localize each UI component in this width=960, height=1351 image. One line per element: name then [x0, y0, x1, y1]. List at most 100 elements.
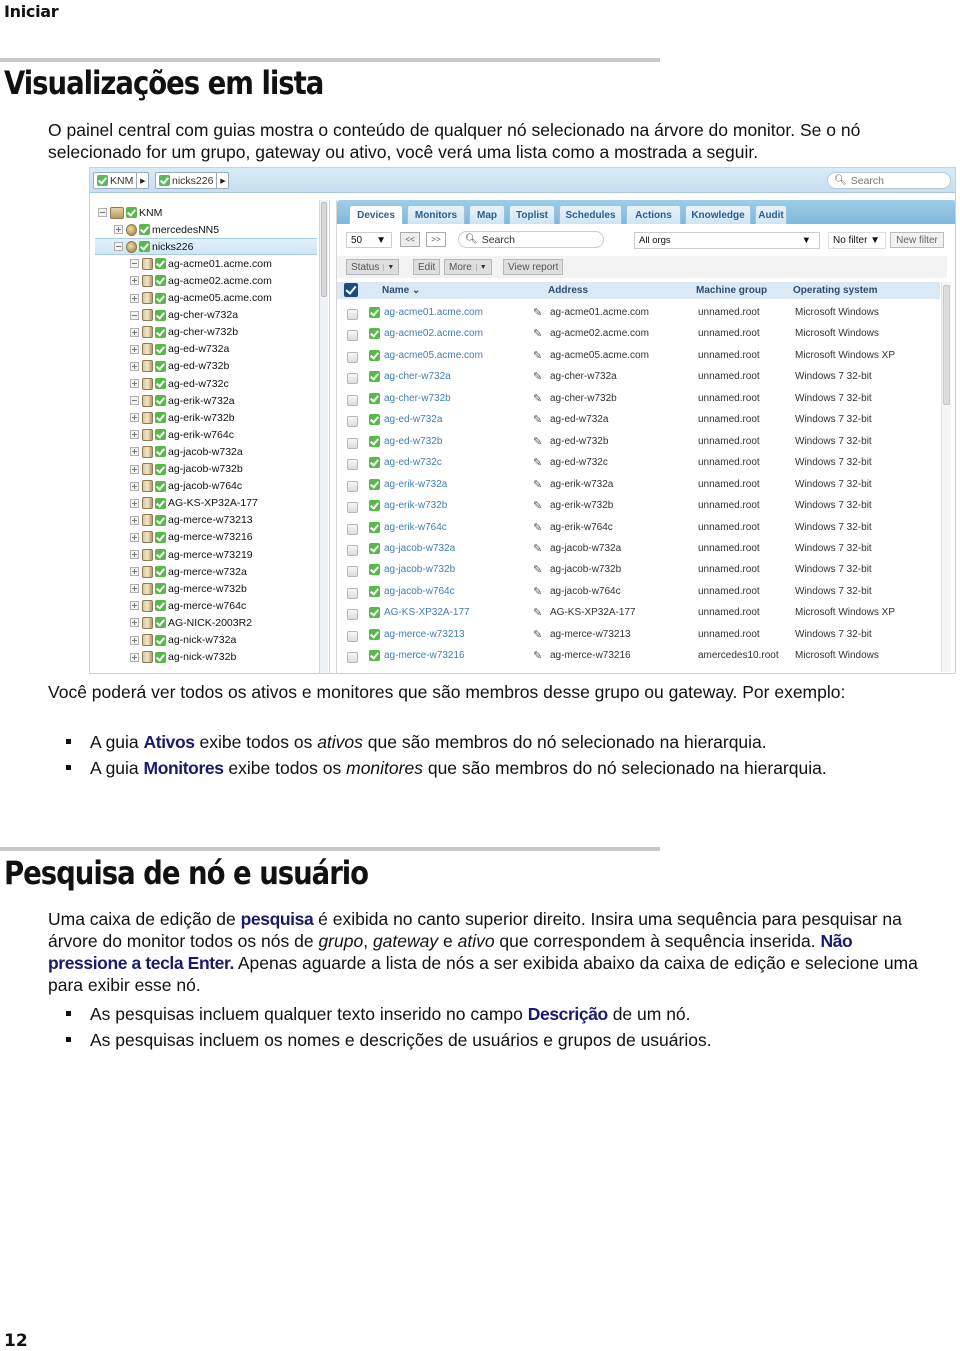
collapse-icon[interactable] — [130, 310, 139, 320]
tree-node[interactable]: AG-NICK-2003R2 — [90, 614, 252, 631]
expand-icon[interactable] — [130, 481, 139, 491]
edit-pencil-icon[interactable]: ✎ — [533, 349, 542, 362]
tree-scrollbar-thumb[interactable] — [321, 202, 327, 297]
edit-pencil-icon[interactable]: ✎ — [533, 585, 542, 598]
filter-select[interactable]: No filter ▼ — [828, 232, 886, 249]
edit-pencil-icon[interactable]: ✎ — [533, 413, 542, 426]
tree-node[interactable]: ag-ed-w732b — [90, 358, 229, 375]
tab-audit[interactable]: Audit — [755, 205, 787, 224]
row-checkbox[interactable] — [347, 416, 358, 428]
edit-pencil-icon[interactable]: ✎ — [533, 435, 542, 448]
tree-node[interactable]: ag-nick-w732a — [90, 632, 236, 649]
dropdown-arrow-icon[interactable]: ▼ — [383, 263, 394, 271]
tab-devices[interactable]: Devices — [349, 205, 403, 224]
tree-node[interactable]: ag-acme02.acme.com — [90, 272, 272, 289]
row-checkbox[interactable] — [347, 587, 358, 599]
collapse-icon[interactable] — [130, 259, 139, 269]
expand-icon[interactable] — [130, 652, 139, 662]
row-checkbox[interactable] — [347, 309, 358, 320]
tree-node[interactable]: ag-merce-w732b — [90, 580, 247, 597]
table-row[interactable]: ag-acme01.acme.com ✎ ag-acme01.acme.com unn… — [337, 303, 940, 324]
tree-node[interactable]: KNM — [90, 204, 162, 221]
chevron-right-icon[interactable]: ▶ — [136, 173, 148, 188]
device-name-link[interactable]: ag-jacob-w732a — [384, 543, 455, 554]
expand-icon[interactable] — [130, 584, 139, 594]
column-header-address[interactable]: Address — [548, 285, 588, 296]
device-name-link[interactable]: ag-ed-w732b — [384, 436, 442, 447]
row-checkbox[interactable] — [347, 652, 358, 664]
tree-node[interactable]: ag-merce-w732a — [90, 563, 247, 580]
tree-node[interactable]: ag-ed-w732a — [90, 341, 229, 358]
expand-icon[interactable] — [130, 550, 139, 559]
edit-pencil-icon[interactable]: ✎ — [533, 649, 542, 662]
link-ativos[interactable]: Ativos — [144, 732, 195, 752]
edit-pencil-icon[interactable]: ✎ — [533, 521, 542, 534]
row-checkbox[interactable] — [347, 544, 358, 556]
device-name-link[interactable]: ag-erik-w732a — [384, 479, 447, 490]
row-checkbox[interactable] — [347, 630, 358, 642]
expand-icon[interactable] — [130, 379, 139, 388]
row-checkbox[interactable] — [347, 502, 358, 514]
tree-node[interactable]: ag-erik-w732a — [90, 392, 235, 409]
org-select[interactable]: All orgs ▼ — [634, 232, 820, 249]
expand-icon[interactable] — [130, 635, 139, 645]
collapse-icon[interactable] — [130, 396, 139, 406]
edit-button[interactable]: Edit — [413, 259, 441, 275]
page-size-select[interactable]: 50 ▼ — [346, 232, 392, 248]
device-name-link[interactable]: AG-KS-XP32A-177 — [384, 607, 470, 618]
row-checkbox[interactable] — [347, 373, 358, 385]
collapse-icon[interactable] — [114, 242, 123, 252]
expand-icon[interactable] — [130, 532, 139, 542]
edit-pencil-icon[interactable]: ✎ — [533, 456, 542, 469]
breadcrumb-nicks226[interactable]: nicks226 ▶ — [155, 172, 230, 189]
table-row[interactable]: ag-acme02.acme.com ✎ ag-acme02.acme.com unn… — [337, 324, 940, 345]
breadcrumb-knm[interactable]: KNM ▶ — [93, 172, 150, 189]
tab-map[interactable]: Map — [469, 205, 505, 224]
table-row[interactable]: ag-ed-w732c ✎ ag-ed-w732c unnamed.root Windo… — [337, 453, 940, 474]
column-header-os[interactable]: Operating system — [793, 285, 877, 296]
next-page-button[interactable]: >> — [426, 232, 446, 247]
node-search-input[interactable]: 🔍︎ Search — [827, 172, 951, 189]
device-name-link[interactable]: ag-merce-w73213 — [384, 629, 465, 640]
row-checkbox[interactable] — [347, 609, 358, 621]
device-name-link[interactable]: ag-acme02.acme.com — [384, 328, 483, 339]
table-row[interactable]: ag-merce-w73213 ✎ ag-merce-w73213 unnamed.r… — [337, 625, 940, 646]
table-row[interactable]: ag-cher-w732b ✎ ag-cher-w732b unnamed.root W… — [337, 389, 940, 410]
table-row[interactable]: ag-erik-w732a ✎ ag-erik-w732a unnamed.root W… — [337, 475, 940, 496]
row-checkbox[interactable] — [347, 566, 358, 578]
expand-icon[interactable] — [130, 567, 139, 577]
grid-scrollbar-thumb[interactable] — [943, 285, 950, 405]
prev-page-button[interactable]: << — [400, 232, 420, 247]
table-row[interactable]: ag-erik-w732b ✎ ag-erik-w732b unnamed.root W… — [337, 496, 940, 517]
expand-icon[interactable] — [130, 344, 139, 354]
expand-icon[interactable] — [130, 515, 139, 525]
edit-pencil-icon[interactable]: ✎ — [533, 499, 542, 512]
device-name-link[interactable]: ag-cher-w732a — [384, 371, 451, 382]
row-checkbox[interactable] — [347, 330, 358, 342]
expand-icon[interactable] — [130, 413, 139, 423]
tree-node[interactable]: ag-cher-w732a — [90, 307, 238, 324]
edit-pencil-icon[interactable]: ✎ — [533, 370, 542, 383]
tree-node[interactable]: ag-merce-w73219 — [90, 546, 253, 563]
chevron-right-icon[interactable]: ▶ — [216, 173, 228, 188]
device-name-link[interactable]: ag-acme01.acme.com — [384, 307, 483, 318]
tree-node[interactable]: ag-acme05.acme.com — [90, 290, 272, 307]
row-checkbox[interactable] — [347, 394, 358, 406]
collapse-icon[interactable] — [98, 208, 107, 217]
tree-node[interactable]: nicks226 — [95, 238, 317, 256]
tree-node[interactable]: ag-merce-w73216 — [90, 529, 253, 546]
dropdown-arrow-icon[interactable]: ▼ — [475, 263, 487, 271]
row-checkbox[interactable] — [347, 351, 358, 363]
edit-pencil-icon[interactable]: ✎ — [533, 327, 542, 340]
table-row[interactable]: ag-ed-w732a ✎ ag-ed-w732a unnamed.root Windo… — [337, 410, 940, 431]
tree-node[interactable]: ag-erik-w732b — [90, 409, 235, 426]
expand-icon[interactable] — [130, 601, 139, 611]
tab-toplist[interactable]: Toplist — [509, 205, 555, 224]
table-row[interactable]: AG-KS-XP32A-177 ✎ AG-KS-XP32A-177 unnamed.r… — [337, 603, 940, 624]
row-checkbox[interactable] — [347, 480, 358, 492]
edit-pencil-icon[interactable]: ✎ — [533, 542, 542, 555]
table-row[interactable]: ag-jacob-w732a ✎ ag-jacob-w732a unnamed.roo… — [337, 539, 940, 560]
tree-node[interactable]: mercedesNN5 — [90, 221, 219, 238]
tree-node[interactable]: ag-erik-w764c — [90, 426, 234, 443]
expand-icon[interactable] — [130, 276, 139, 286]
